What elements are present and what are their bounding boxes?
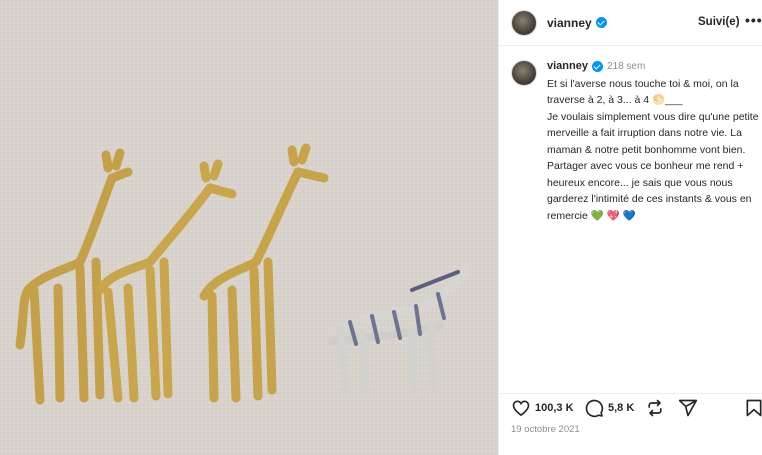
like-action: 100,3 K (511, 398, 574, 418)
post-image[interactable] (0, 0, 498, 455)
comment-icon[interactable] (584, 398, 604, 418)
header-username[interactable]: vianney (547, 16, 592, 30)
share-icon[interactable] (678, 398, 698, 418)
post-header: vianney Suivi(e) ••• (499, 0, 762, 46)
bookmark-icon[interactable] (744, 398, 762, 418)
verified-badge-icon (595, 17, 607, 28)
likes-count[interactable]: 100,3 K (535, 402, 574, 414)
caption-header: vianney 218 sem (547, 58, 762, 76)
caption-body: vianney 218 sem Et si l'averse nous touch… (547, 58, 762, 224)
heart-icon[interactable] (511, 398, 531, 418)
more-options-icon[interactable]: ••• (745, 12, 762, 28)
comments-count[interactable]: 5,8 K (608, 402, 634, 414)
post-date[interactable]: 19 octobre 2021 (511, 424, 580, 435)
action-bar: 100,3 K 5,8 K (499, 393, 762, 421)
avatar[interactable] (511, 9, 537, 36)
following-button[interactable]: Suivi(e) (698, 16, 740, 28)
caption-avatar[interactable] (511, 60, 537, 86)
repost-action (645, 398, 665, 418)
save-action (744, 398, 762, 418)
caption-username[interactable]: vianney (547, 60, 588, 72)
share-action (678, 398, 698, 418)
caption-text: Et si l'averse nous touche toi & moi, on… (547, 77, 759, 222)
verified-badge-icon (591, 60, 603, 72)
post-details-panel: vianney Suivi(e) ••• vianney 218 sem Et s… (498, 0, 762, 455)
repost-icon[interactable] (645, 398, 665, 418)
comment-action: 5,8 K (584, 398, 634, 418)
caption-timestamp[interactable]: 218 sem (607, 61, 645, 72)
